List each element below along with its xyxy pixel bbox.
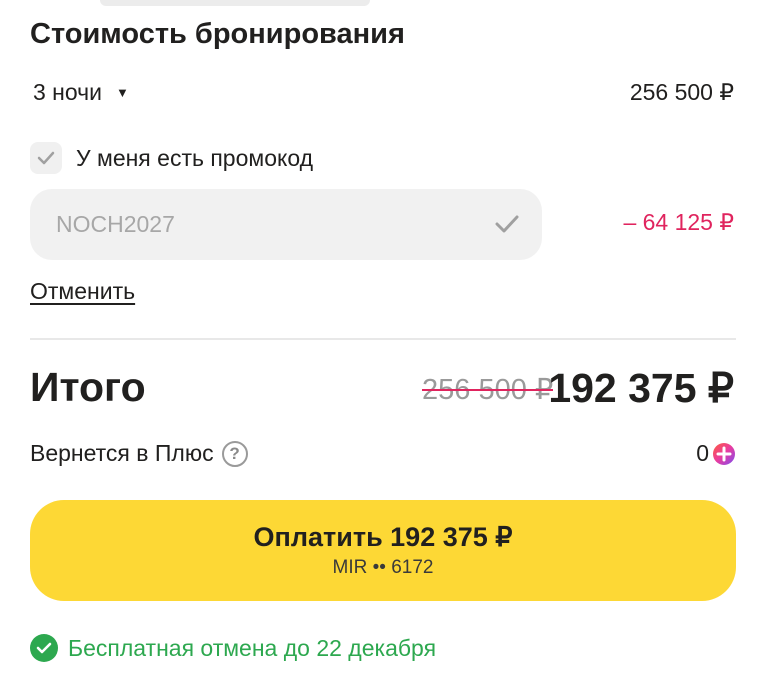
payment-card-label: MIR •• 6172	[332, 557, 434, 578]
cashback-label: Вернется в Плюс	[30, 440, 214, 466]
help-icon[interactable]: ?	[221, 440, 248, 467]
nights-price: 256 500 ₽	[629, 79, 734, 105]
divider	[30, 338, 736, 340]
cashback-value: 0	[696, 440, 736, 467]
booking-title: Стоимость бронирования	[30, 18, 405, 50]
cancel-promo-link[interactable]: Отменить	[30, 278, 135, 305]
total-label: Итого	[30, 364, 146, 410]
pay-button[interactable]: Оплатить 192 375 ₽ MIR •• 6172	[30, 500, 736, 601]
nights-dropdown[interactable]: 3 ночи ▼	[33, 79, 129, 106]
caret-down-icon: ▼	[116, 85, 129, 100]
promo-checkbox-label: У меня есть промокод	[76, 144, 314, 171]
promo-checkbox-row[interactable]: У меня есть промокод	[30, 142, 313, 174]
free-cancellation-note: Бесплатная отмена до 22 декабря	[30, 634, 436, 662]
promo-checkbox[interactable]	[30, 142, 62, 174]
cashback-row: Вернется в Плюс ?	[30, 440, 248, 467]
promo-discount: – 64 125 ₽	[623, 209, 734, 235]
check-circle-icon	[30, 634, 58, 662]
plus-points-icon	[713, 442, 735, 465]
strikethrough-line	[422, 389, 554, 391]
promo-code-field[interactable]	[30, 189, 542, 260]
checkmark-icon	[37, 151, 55, 165]
top-edge-stub	[100, 0, 370, 6]
cashback-amount: 0	[696, 440, 709, 466]
total-price: 192 375 ₽	[548, 365, 734, 411]
promo-code-input[interactable]	[56, 189, 476, 260]
pay-button-label: Оплатить 192 375 ₽	[253, 522, 513, 552]
nights-label: 3 ночи	[33, 79, 102, 105]
check-icon	[495, 215, 519, 233]
old-price: 256 500 ₽	[422, 372, 554, 407]
free-cancellation-text: Бесплатная отмена до 22 декабря	[68, 634, 437, 661]
